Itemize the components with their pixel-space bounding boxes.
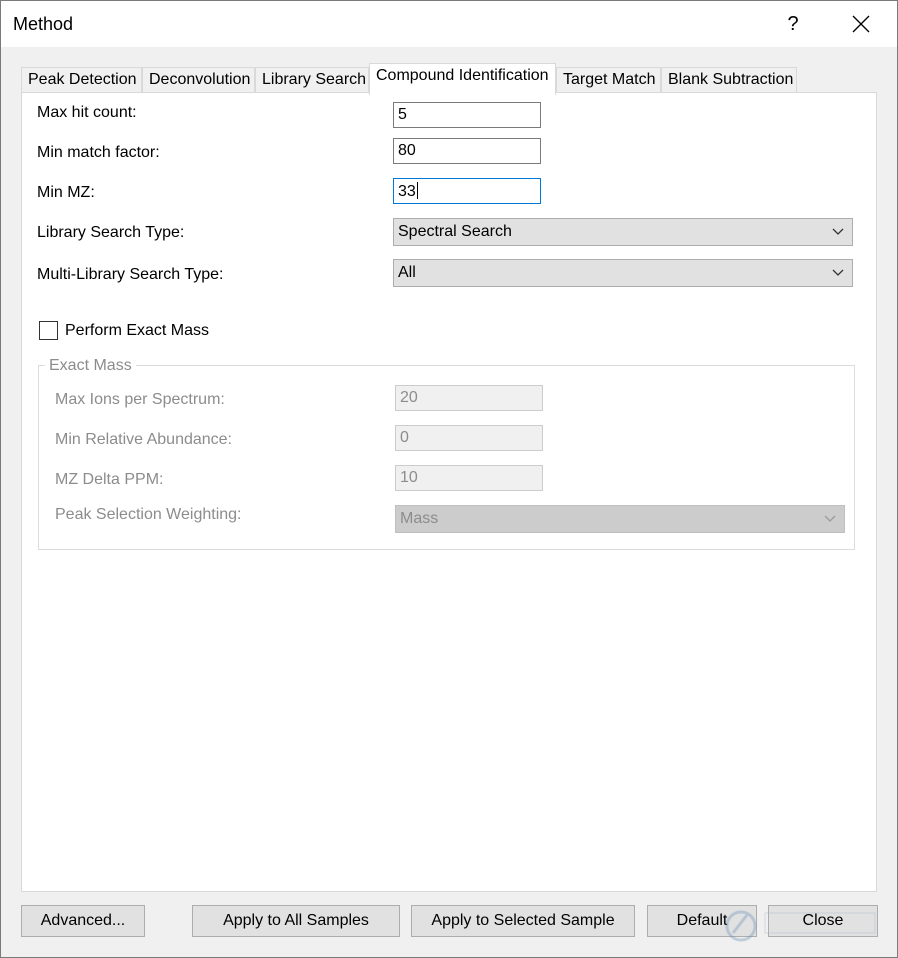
apply-to-selected-sample-button[interactable]: Apply to Selected Sample <box>411 905 635 937</box>
max-ions-per-spectrum-input[interactable]: 20 <box>395 385 543 411</box>
tab-target-match[interactable]: Target Match <box>556 67 661 93</box>
text-caret <box>416 182 418 199</box>
title-bar: Method ? <box>1 1 897 47</box>
max-hit-count-label: Max hit count: <box>37 104 137 121</box>
chevron-down-icon <box>824 515 836 522</box>
compound-identification-panel: Max hit count: 5 Min match factor: 80 Mi… <box>21 92 877 892</box>
multi-library-search-type-value: All <box>398 264 416 281</box>
exact-mass-group-title: Exact Mass <box>45 357 136 375</box>
min-mz-input[interactable]: 33 <box>393 178 541 204</box>
tab-deconvolution[interactable]: Deconvolution <box>142 67 255 93</box>
max-ions-per-spectrum-label: Max Ions per Spectrum: <box>55 391 225 408</box>
peak-selection-weighting-select[interactable]: Mass <box>395 505 845 533</box>
mz-delta-ppm-input[interactable]: 10 <box>395 465 543 491</box>
library-search-type-value: Spectral Search <box>398 223 512 240</box>
tab-compound-identification[interactable]: Compound Identification <box>369 63 556 95</box>
chevron-down-icon <box>832 228 844 235</box>
max-hit-count-input[interactable]: 5 <box>393 102 541 128</box>
exact-mass-group: Exact Mass Max Ions per Spectrum: 20 Min… <box>38 357 855 550</box>
close-icon <box>852 15 870 33</box>
min-mz-value: 33 <box>398 183 416 200</box>
tab-blank-subtraction[interactable]: Blank Subtraction <box>661 67 797 93</box>
advanced-button[interactable]: Advanced... <box>21 905 145 937</box>
perform-exact-mass-label[interactable]: Perform Exact Mass <box>65 322 209 340</box>
library-search-type-select[interactable]: Spectral Search <box>393 218 853 246</box>
min-mz-label: Min MZ: <box>37 184 95 201</box>
min-match-factor-label: Min match factor: <box>37 144 160 161</box>
multi-library-search-type-select[interactable]: All <box>393 259 853 287</box>
perform-exact-mass-checkbox[interactable] <box>39 321 58 340</box>
multi-library-search-type-label: Multi-Library Search Type: <box>37 266 224 283</box>
chevron-down-icon <box>832 269 844 276</box>
method-dialog: Method ? Peak Detection Deconvolution Li… <box>0 0 898 958</box>
close-window-button[interactable] <box>833 1 889 47</box>
tab-peak-detection[interactable]: Peak Detection <box>21 67 142 93</box>
tab-library-search[interactable]: Library Search <box>255 67 369 93</box>
window-title: Method <box>13 14 74 34</box>
min-relative-abundance-label: Min Relative Abundance: <box>55 431 232 448</box>
help-button[interactable]: ? <box>765 1 821 47</box>
default-button[interactable]: Default <box>647 905 757 937</box>
min-match-factor-input[interactable]: 80 <box>393 138 541 164</box>
library-search-type-label: Library Search Type: <box>37 224 185 241</box>
mz-delta-ppm-label: MZ Delta PPM: <box>55 471 164 488</box>
peak-selection-weighting-label: Peak Selection Weighting: <box>55 506 242 523</box>
close-button[interactable]: Close <box>768 905 878 937</box>
peak-selection-weighting-value: Mass <box>400 510 439 527</box>
apply-to-all-samples-button[interactable]: Apply to All Samples <box>192 905 400 937</box>
min-relative-abundance-input[interactable]: 0 <box>395 425 543 451</box>
